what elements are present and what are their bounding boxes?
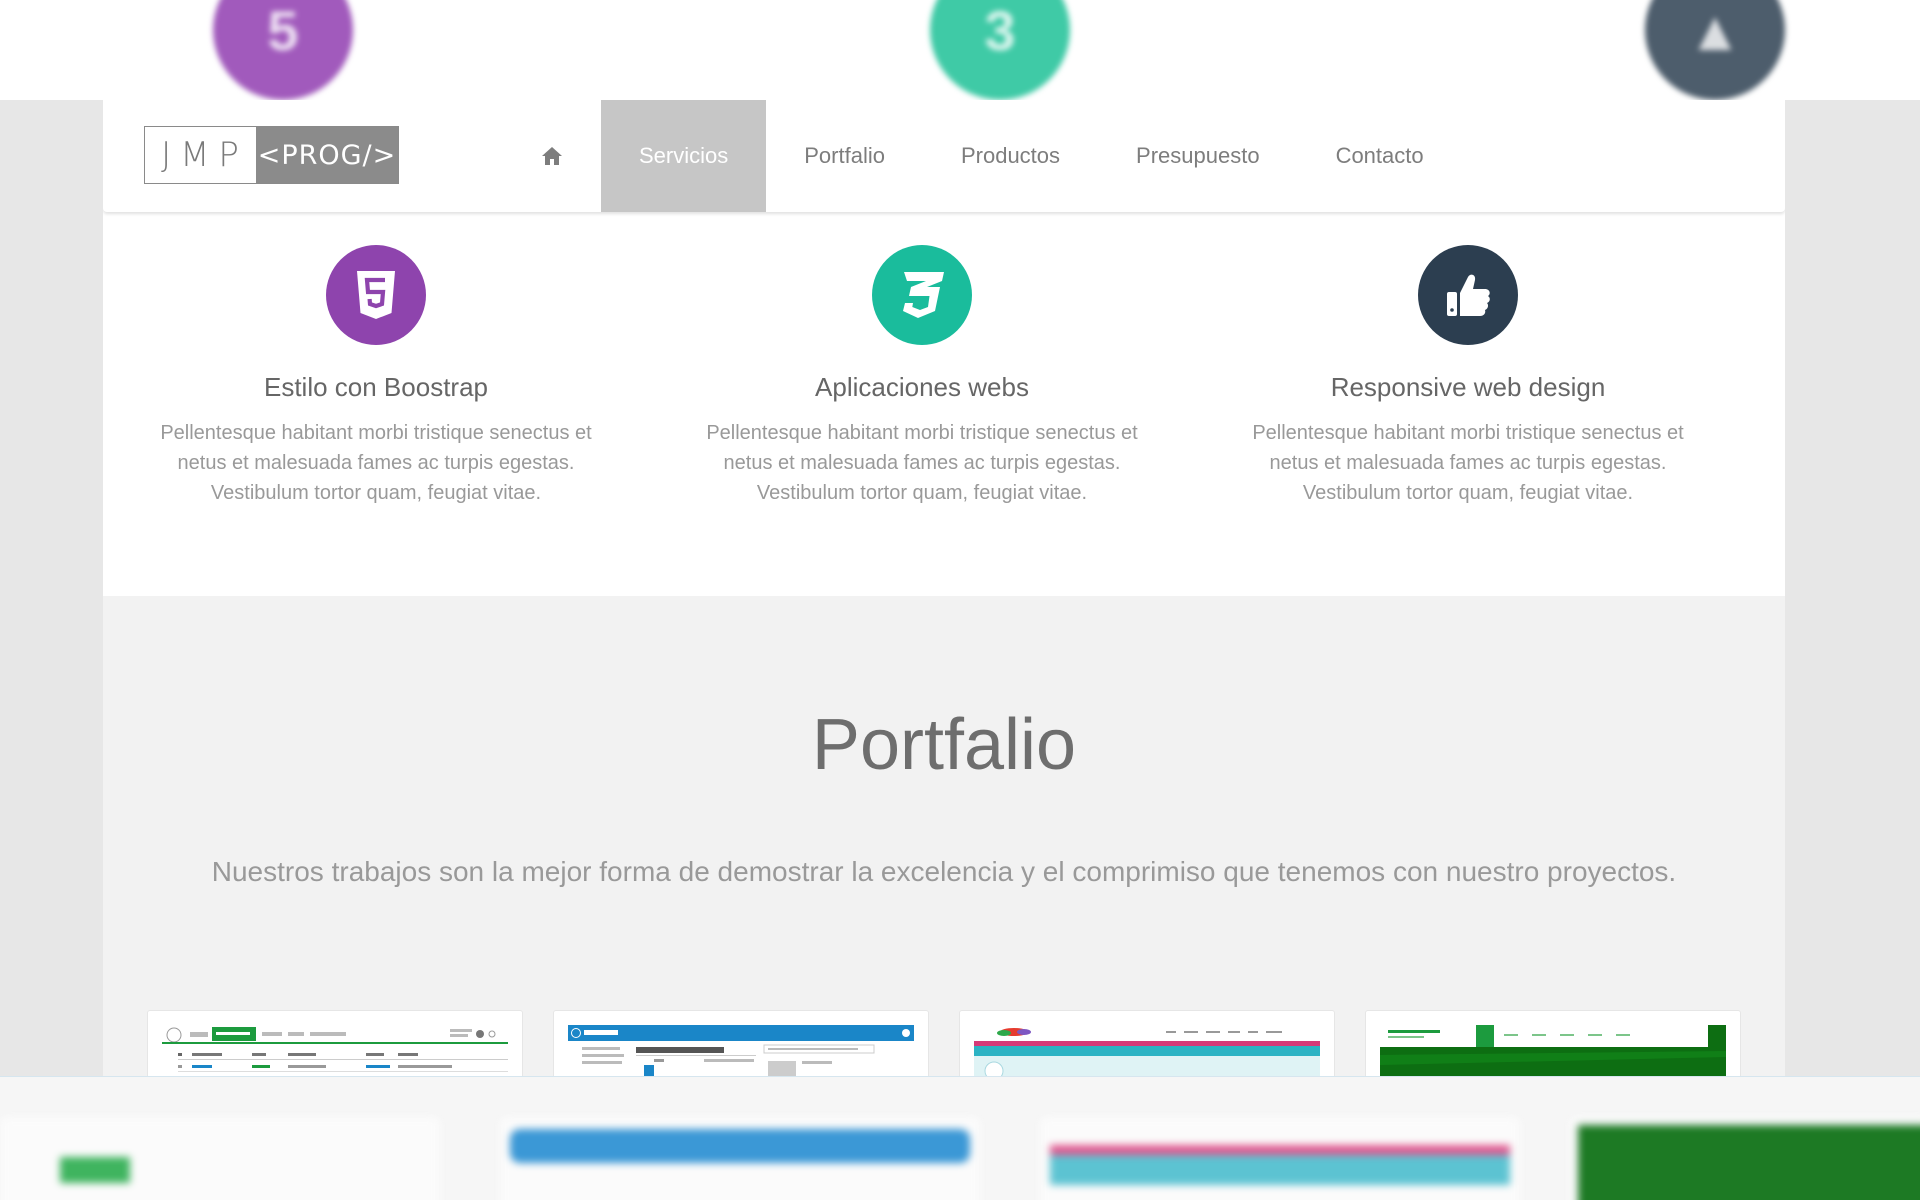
thumbnail-preview	[1380, 1025, 1726, 1076]
nav-item-label: Productos	[960, 143, 1061, 168]
logo-text-right: <PROG/>	[256, 127, 398, 183]
home-icon	[542, 147, 562, 165]
portfolio-section: Portfalio Nuestros trabajos son la mejor…	[103, 596, 1785, 1076]
portfolio-thumbnail-blurred	[1040, 1117, 1520, 1200]
nav-home[interactable]	[503, 100, 601, 212]
navbar: JMP <PROG/> Servicios Portfalio Producto…	[103, 100, 1785, 212]
background-blur-top: 5 3 ▲	[0, 0, 1920, 100]
css3-icon-blurred: 3	[930, 0, 1070, 100]
thumbs-up-icon	[1418, 245, 1518, 345]
service-title: Aplicaciones webs	[815, 372, 1029, 402]
thumbnail-preview	[162, 1025, 508, 1076]
portfolio-thumbnail[interactable]	[147, 1010, 523, 1076]
nav-item-label: Servicios	[639, 143, 729, 168]
portfolio-title: Portfalio	[811, 705, 1077, 785]
thumbnail-preview	[568, 1025, 914, 1076]
service-text: Pellentesque habitant morbi tristique se…	[706, 422, 1138, 504]
portfolio-thumbnail[interactable]	[959, 1010, 1335, 1076]
nav-item-servicios[interactable]: Servicios	[601, 100, 767, 212]
service-title: Estilo con Boostrap	[263, 372, 488, 402]
html5-icon	[326, 245, 426, 345]
css3-icon	[872, 245, 972, 345]
nav-item-productos[interactable]: Productos	[923, 100, 1098, 212]
service-text: Pellentesque habitant morbi tristique se…	[1252, 422, 1684, 504]
nav-item-portfalio[interactable]: Portfalio	[766, 100, 923, 212]
html5-icon-blurred: 5	[213, 0, 353, 100]
page-container: JMP <PROG/> Servicios Portfalio Producto…	[103, 100, 1785, 1076]
nav-item-label: Portfalio	[804, 143, 885, 168]
portfolio-thumbnail[interactable]	[1365, 1010, 1741, 1076]
thumbs-up-icon-blurred: ▲	[1645, 0, 1785, 100]
service-text: Pellentesque habitant morbi tristique se…	[160, 422, 592, 504]
portfolio-thumbnail-blurred	[1570, 1117, 1920, 1200]
portfolio-subtitle: Nuestros trabajos son la mejor forma de …	[211, 856, 1677, 887]
nav-item-presupuesto[interactable]: Presupuesto	[1098, 100, 1298, 212]
main-nav: Servicios Portfalio Productos Presupuest…	[503, 100, 1462, 212]
portfolio-thumbnail[interactable]	[553, 1010, 929, 1076]
nav-item-label: Contacto	[1335, 143, 1424, 168]
services-section: Estilo con Boostrap Pellentesque habitan…	[103, 212, 1785, 596]
thumbnail-preview	[974, 1025, 1320, 1076]
nav-item-label: Presupuesto	[1136, 143, 1260, 168]
brand-logo[interactable]: JMP <PROG/>	[144, 126, 399, 184]
service-title: Responsive web design	[1330, 372, 1606, 402]
nav-item-contacto[interactable]: Contacto	[1298, 100, 1462, 212]
background-blur-bottom	[0, 1076, 1920, 1200]
portfolio-thumbnail-blurred	[0, 1117, 440, 1200]
logo-text-left: JMP	[161, 135, 248, 175]
portfolio-thumbnail-blurred	[500, 1117, 980, 1200]
